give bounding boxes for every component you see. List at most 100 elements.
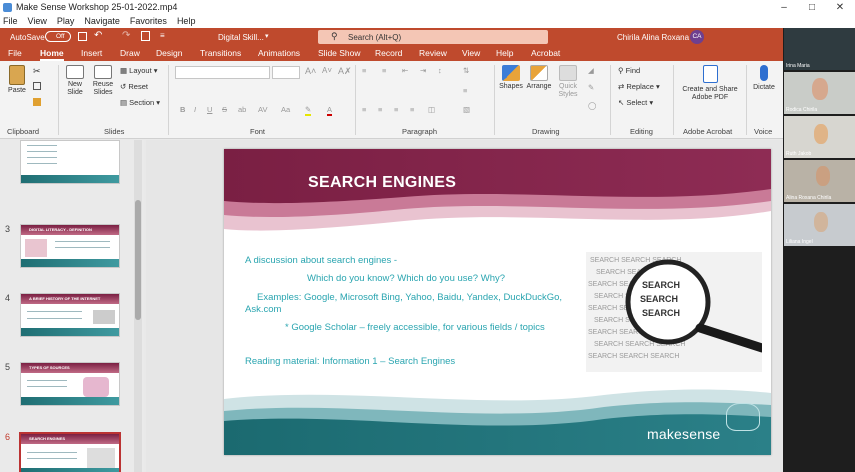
format-painter-icon[interactable] — [33, 98, 41, 106]
slide-text-line: * Google Scholar – freely accessible, fo… — [285, 322, 545, 333]
present-icon[interactable] — [141, 31, 150, 41]
tab-animations[interactable]: Animations — [258, 48, 300, 58]
slide[interactable]: SEARCH ENGINES A discussion about search… — [224, 149, 771, 455]
justify-icon[interactable]: ≡ — [410, 105, 414, 114]
change-case-icon[interactable]: Aa — [281, 105, 290, 114]
italic-icon[interactable]: I — [194, 105, 196, 114]
copy-icon[interactable] — [33, 82, 41, 90]
slide-thumbnail[interactable]: A BRIEF HISTORY OF THE INTERNET — [20, 293, 120, 337]
tab-view[interactable]: View — [462, 48, 480, 58]
tab-transitions[interactable]: Transitions — [200, 48, 241, 58]
tab-record[interactable]: Record — [375, 48, 402, 58]
dictate-button[interactable]: Dictate — [749, 65, 779, 92]
layout-button[interactable]: ▦ Layout ▾ — [120, 66, 158, 75]
new-slide-button[interactable]: New Slide — [62, 65, 88, 97]
avatar[interactable]: CA — [690, 30, 704, 44]
menu-file[interactable]: File — [3, 16, 18, 26]
slide-thumbnail-active[interactable]: SEARCH ENGINES — [19, 432, 121, 472]
participant-video[interactable]: Alina Roxana Chirila — [784, 160, 855, 202]
highlight-icon[interactable]: ✎ — [305, 105, 312, 116]
tab-design[interactable]: Design — [156, 48, 182, 58]
shape-fill-icon[interactable]: ◢ — [588, 66, 594, 75]
slide-thumbnail[interactable]: DIGITAL LITERACY - DEFINITION — [20, 224, 120, 268]
underline-icon[interactable]: U — [207, 105, 212, 114]
shapes-button[interactable]: Shapes — [498, 65, 524, 91]
char-spacing-icon[interactable]: AV — [258, 105, 267, 114]
reset-button[interactable]: ↺ Reset — [120, 82, 148, 91]
paste-button[interactable]: Paste — [6, 65, 28, 95]
maximize-icon[interactable]: □ — [798, 0, 826, 14]
menu-help[interactable]: Help — [177, 16, 196, 26]
menu-favorites[interactable]: Favorites — [130, 16, 167, 26]
menu-play[interactable]: Play — [57, 16, 75, 26]
font-grow-icon[interactable]: A˄ — [305, 66, 316, 76]
arrange-button[interactable]: Arrange — [526, 65, 552, 91]
tab-home[interactable]: Home — [40, 48, 64, 61]
reuse-slides-button[interactable]: Reuse Slides — [90, 65, 116, 97]
participant-video[interactable]: Irina Maria — [784, 28, 855, 70]
replace-button[interactable]: ⇄ Replace ▾ — [618, 82, 660, 91]
menu-navigate[interactable]: Navigate — [84, 16, 120, 26]
align-center-icon[interactable]: ≡ — [378, 105, 382, 114]
paragraph-group-label: Paragraph — [402, 127, 438, 136]
text-direction-icon[interactable]: ⇅ — [463, 66, 469, 75]
chevron-down-icon[interactable]: ▾ — [265, 32, 269, 40]
decrease-indent-icon[interactable]: ⇤ — [402, 66, 408, 75]
thumb-title: SEARCH ENGINES — [29, 436, 66, 441]
minimize-icon[interactable]: – — [770, 0, 798, 14]
thumb-image — [83, 377, 109, 397]
tab-draw[interactable]: Draw — [120, 48, 140, 58]
align-left-icon[interactable]: ≡ — [362, 105, 366, 114]
separator — [746, 65, 747, 135]
bullets-icon[interactable]: ≡ — [362, 66, 366, 75]
tab-insert[interactable]: Insert — [81, 48, 102, 58]
numbering-icon[interactable]: ≡ — [382, 66, 386, 75]
tab-review[interactable]: Review — [419, 48, 447, 58]
autosave-toggle[interactable]: Off — [45, 31, 71, 42]
participant-video[interactable]: Rodica Chirila — [784, 72, 855, 114]
columns-icon[interactable]: ◫ — [428, 105, 435, 114]
increase-indent-icon[interactable]: ⇥ — [420, 66, 426, 75]
adobe-pdf-icon — [702, 65, 718, 83]
customize-icon[interactable]: ≡ — [160, 31, 165, 40]
shape-effects-icon[interactable]: ◯ — [588, 101, 596, 110]
undo-icon[interactable]: ↶ — [94, 30, 102, 41]
scrollbar-thumb[interactable] — [135, 200, 141, 320]
quick-styles-button[interactable]: Quick Styles — [554, 65, 582, 99]
smartart-icon[interactable]: ▧ — [463, 105, 470, 114]
participant-video[interactable]: Liliana Ingel — [784, 204, 855, 246]
slide-thumbnail[interactable]: TYPES OF SOURCES — [20, 362, 120, 406]
thumbnail-scrollbar[interactable] — [134, 140, 142, 472]
redo-icon[interactable]: ↷ — [122, 30, 130, 41]
shadow-icon[interactable]: ab — [238, 105, 246, 114]
create-pdf-button[interactable]: Create and Share Adobe PDF — [677, 65, 743, 102]
slide-text-line: Reading material: Information 1 – Search… — [245, 356, 456, 367]
shapes-icon — [502, 65, 520, 81]
line-spacing-icon[interactable]: ↕ — [438, 66, 442, 75]
clear-format-icon[interactable]: A✗ — [338, 66, 352, 77]
document-name[interactable]: Digital Skill... — [218, 33, 264, 42]
bold-icon[interactable]: B — [180, 105, 185, 114]
search-box[interactable]: ⚲ Search (Alt+Q) — [318, 30, 548, 44]
shape-outline-icon[interactable]: ✎ — [588, 83, 594, 92]
align-right-icon[interactable]: ≡ — [394, 105, 398, 114]
align-text-icon[interactable]: ≡ — [463, 86, 467, 95]
section-button[interactable]: ▤ Section ▾ — [120, 98, 160, 107]
cut-icon[interactable]: ✂ — [33, 66, 41, 77]
tab-slide-show[interactable]: Slide Show — [318, 48, 361, 58]
save-icon[interactable] — [78, 32, 87, 41]
font-color-icon[interactable]: A — [327, 105, 333, 116]
font-name-dropdown[interactable] — [175, 66, 270, 79]
menu-view[interactable]: View — [28, 16, 47, 26]
font-size-dropdown[interactable] — [272, 66, 300, 79]
tab-acrobat[interactable]: Acrobat — [531, 48, 560, 58]
close-icon[interactable]: ✕ — [826, 0, 854, 14]
participant-video[interactable]: Ruth Jakob — [784, 116, 855, 158]
find-button[interactable]: ⚲ Find — [618, 66, 640, 75]
strikethrough-icon[interactable]: S — [222, 105, 227, 114]
slide-thumbnail[interactable] — [20, 140, 120, 184]
font-shrink-icon[interactable]: A˅ — [322, 66, 332, 75]
tab-file[interactable]: File — [8, 48, 22, 58]
select-button[interactable]: ↖ Select ▾ — [618, 98, 653, 107]
tab-help[interactable]: Help — [496, 48, 513, 58]
